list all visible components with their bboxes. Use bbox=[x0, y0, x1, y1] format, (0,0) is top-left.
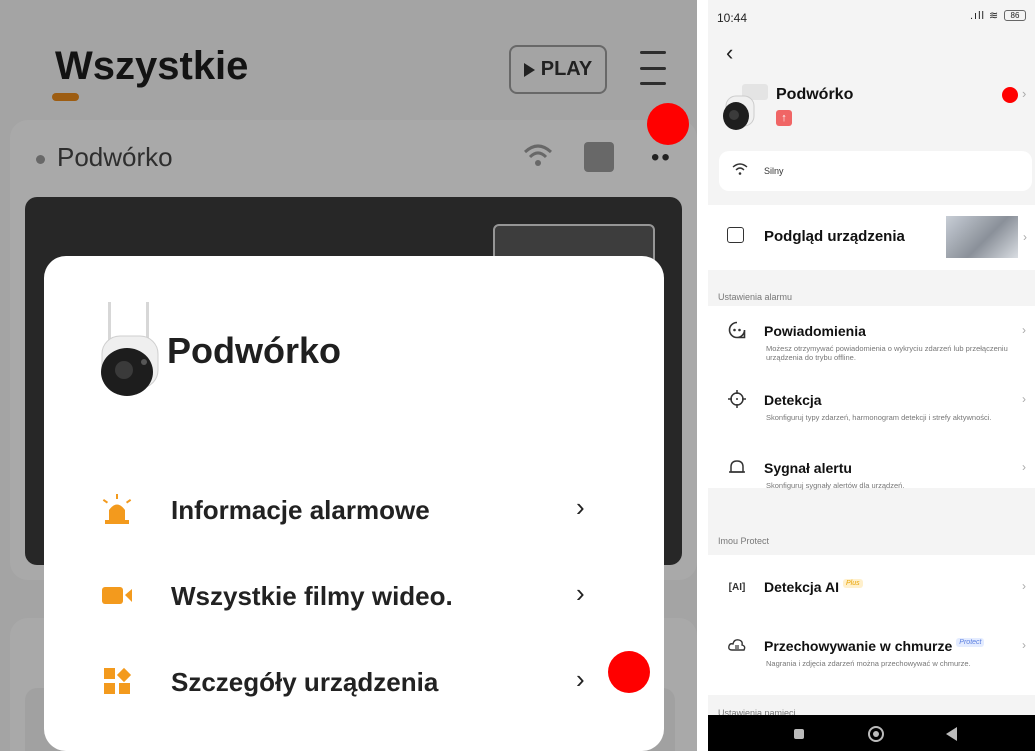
option-label: Wszystkie filmy wideo. bbox=[171, 581, 453, 611]
option-all-videos[interactable]: Wszystkie filmy wideo. › bbox=[44, 564, 664, 624]
status-time: 10:44 bbox=[717, 11, 748, 25]
device-details-icon bbox=[104, 667, 132, 694]
wifi-strength-row: Silny bbox=[719, 151, 1032, 191]
chevron-right-icon: › bbox=[1022, 392, 1026, 406]
recent-apps-icon[interactable] bbox=[794, 729, 804, 739]
device-action-sheet: Podwórko Informacje alarmowe › Wszystkie bbox=[44, 256, 664, 751]
bell-icon bbox=[726, 458, 748, 480]
camera-thumbnail bbox=[723, 84, 768, 130]
notifications-row[interactable]: Powiadomienia Możesz otrzymywać powiadom… bbox=[708, 321, 1035, 371]
row-title: Sygnał alertu bbox=[764, 460, 852, 476]
device-name: Podwórko bbox=[776, 86, 854, 103]
alert-signal-row[interactable]: Sygnał alertu Skonfiguruj sygnały alertó… bbox=[708, 458, 1035, 490]
row-title: Przechowywanie w chmurze Protect bbox=[764, 638, 985, 654]
device-preview-row[interactable]: Podgląd urządzenia › bbox=[708, 205, 1035, 270]
row-description: Skonfiguruj typy zdarzeń, harmonogram de… bbox=[766, 413, 992, 422]
chevron-right-icon: › bbox=[1022, 86, 1027, 101]
chevron-right-icon: › bbox=[576, 492, 585, 522]
wifi-strength-text: Silny bbox=[764, 166, 784, 176]
row-title: Powiadomienia bbox=[764, 323, 866, 339]
alarm-light-icon bbox=[102, 494, 132, 524]
left-app-screen: Wszystkie PLAY Podwórko •• Podwórko Info… bbox=[0, 0, 697, 751]
status-bar: 10:44 .ıll ≋ 86 bbox=[708, 0, 1035, 30]
notification-icon bbox=[726, 321, 748, 343]
protect-section: [AI] Detekcja AI Plus › Przechowywanie w … bbox=[708, 555, 1035, 695]
wifi-icon bbox=[732, 162, 748, 179]
section-header-alarm: Ustawienia alarmu bbox=[718, 292, 793, 302]
cloud-storage-row[interactable]: Przechowywanie w chmurze Protect Nagrania… bbox=[708, 636, 1035, 676]
device-header[interactable]: Podwórko ↑ › bbox=[708, 68, 1035, 143]
back-icon[interactable] bbox=[946, 727, 957, 741]
click-marker bbox=[647, 103, 689, 145]
option-device-details[interactable]: Szczegóły urządzenia › bbox=[44, 650, 664, 710]
sheet-device-name: Podwórko bbox=[167, 330, 342, 371]
signal-wifi-icon: .ıll ≋ bbox=[970, 10, 1000, 22]
protect-badge: Protect bbox=[956, 638, 985, 647]
chevron-right-icon: › bbox=[1023, 230, 1027, 244]
video-camera-icon bbox=[102, 587, 132, 604]
row-description: Skonfiguruj sygnały alertów dla urządzeń… bbox=[766, 481, 905, 490]
update-arrow-icon[interactable]: ↑ bbox=[776, 110, 792, 126]
option-alarm-info[interactable]: Informacje alarmowe › bbox=[44, 478, 664, 538]
chevron-right-icon: › bbox=[1022, 638, 1026, 652]
click-marker bbox=[1002, 87, 1018, 103]
ai-title: Detekcja AI bbox=[764, 579, 839, 595]
cloud-title: Przechowywanie w chmurze bbox=[764, 638, 953, 654]
preview-thumbnail bbox=[946, 216, 1018, 258]
screenshot-root: Wszystkie PLAY Podwórko •• Podwórko Info… bbox=[0, 0, 1035, 751]
preview-label: Podgląd urządzenia bbox=[764, 228, 905, 245]
back-arrow-icon[interactable]: ‹ bbox=[726, 40, 733, 66]
section-header-protect: Imou Protect bbox=[718, 536, 770, 546]
image-icon bbox=[727, 227, 744, 243]
option-label: Informacje alarmowe bbox=[171, 495, 430, 525]
option-label: Szczegóły urządzenia bbox=[171, 667, 439, 697]
ai-icon: [AI] bbox=[728, 582, 746, 593]
chevron-right-icon: › bbox=[576, 578, 585, 608]
row-title: Detekcja bbox=[764, 392, 822, 408]
battery-icon: 86 bbox=[1004, 10, 1026, 21]
cloud-icon bbox=[726, 636, 748, 658]
alarm-settings-section: Powiadomienia Możesz otrzymywać powiadom… bbox=[708, 306, 1035, 490]
row-description: Możesz otrzymywać powiadomienia o wykryc… bbox=[766, 344, 1008, 362]
plus-badge: Plus bbox=[842, 579, 863, 588]
chevron-right-icon: › bbox=[1022, 579, 1026, 593]
crosshair-icon bbox=[726, 390, 748, 412]
click-marker bbox=[608, 651, 650, 693]
android-nav-bar bbox=[708, 715, 1035, 751]
detection-row[interactable]: Detekcja Skonfiguruj typy zdarzeń, harmo… bbox=[708, 390, 1035, 440]
row-title: Detekcja AI Plus bbox=[764, 579, 863, 595]
chevron-right-icon: › bbox=[1022, 323, 1026, 337]
home-icon[interactable] bbox=[868, 726, 884, 742]
row-description: Nagrania i zdjęcia zdarzeń można przecho… bbox=[766, 659, 971, 668]
camera-image bbox=[101, 302, 159, 396]
ai-detection-row[interactable]: [AI] Detekcja AI Plus › bbox=[708, 577, 1035, 607]
phone-device-settings-screen: 10:44 .ıll ≋ 86 ‹ Podwórko ↑ › Silny Pod… bbox=[708, 0, 1035, 751]
chevron-right-icon: › bbox=[1022, 460, 1026, 474]
chevron-right-icon: › bbox=[576, 664, 585, 694]
